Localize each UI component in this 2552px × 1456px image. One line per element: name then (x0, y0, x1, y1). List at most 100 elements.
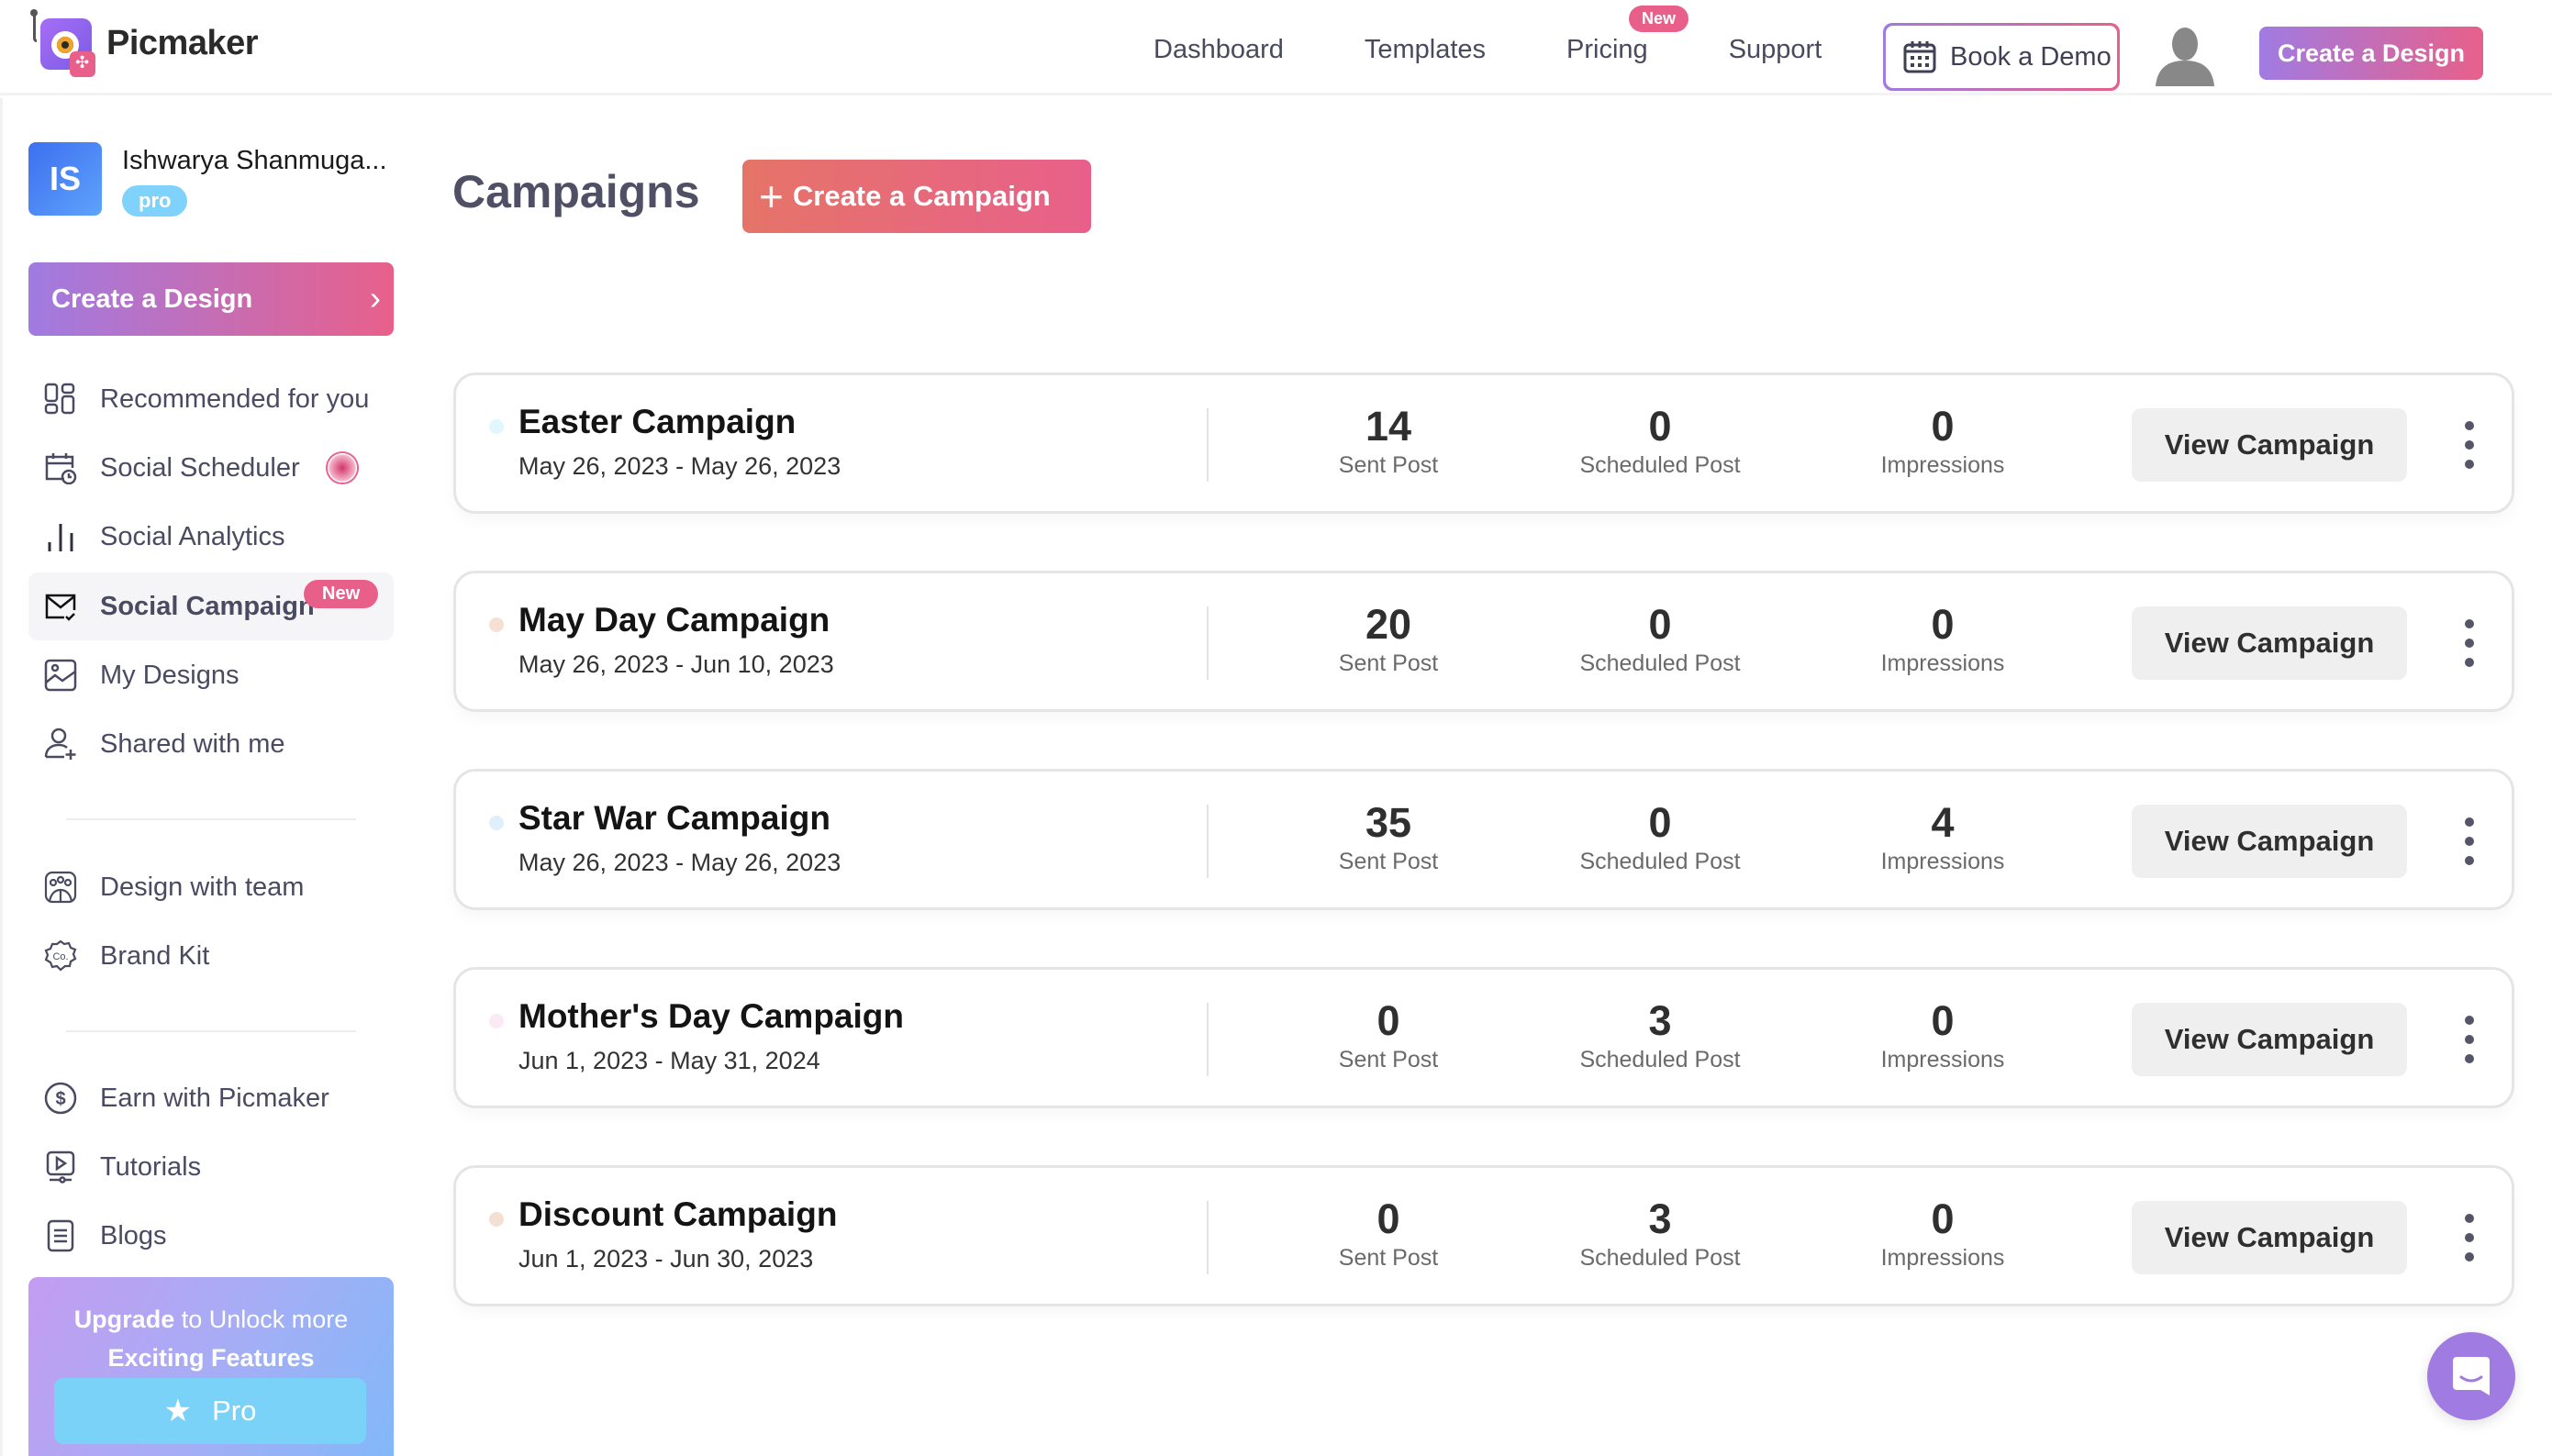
sidebar: IS Ishwarya Shanmuga... pro Create a Des… (0, 98, 404, 1456)
stat-impressions: 0 Impressions (1823, 403, 2062, 479)
more-options-icon[interactable] (2458, 1214, 2480, 1261)
more-options-icon[interactable] (2458, 619, 2480, 667)
book-demo-label: Book a Demo (1950, 41, 2112, 72)
sidebar-item-social-campaign[interactable]: Social Campaign New (28, 572, 394, 640)
create-design-button[interactable]: Create a Design (2259, 27, 2483, 80)
view-campaign-button[interactable]: View Campaign (2132, 408, 2407, 482)
view-campaign-button[interactable]: View Campaign (2132, 805, 2407, 878)
upgrade-line-1: Upgrade to Unlock more (28, 1299, 394, 1339)
sidebar-item-social-analytics[interactable]: Social Analytics (28, 503, 394, 571)
more-options-icon[interactable] (2458, 1016, 2480, 1063)
user-avatar-icon[interactable] (2152, 26, 2218, 86)
chat-icon (2453, 1357, 2490, 1395)
stat-sent-label: Sent Post (1338, 1245, 1439, 1271)
stat-sent-value: 35 (1365, 799, 1412, 846)
stat-impressions: 0 Impressions (1823, 601, 2062, 677)
sidebar-item-blogs[interactable]: Blogs (28, 1202, 394, 1270)
stat-scheduled-label: Scheduled Post (1579, 650, 1741, 676)
nav-templates[interactable]: Templates (1365, 35, 1486, 65)
nav-support[interactable]: Support (1729, 35, 1822, 65)
view-campaign-button[interactable]: View Campaign (2132, 1201, 2407, 1274)
nav-pricing[interactable]: Pricing New (1566, 6, 1689, 65)
stat-impressions-label: Impressions (1880, 452, 2005, 478)
view-campaign-button[interactable]: View Campaign (2132, 1003, 2407, 1076)
stat-impressions: 4 Impressions (1823, 799, 2062, 875)
more-options-icon[interactable] (2458, 817, 2480, 865)
campaign-card[interactable]: Star War Campaign May 26, 2023 - May 26,… (453, 769, 2514, 910)
stat-scheduled-label: Scheduled Post (1579, 1245, 1741, 1271)
upgrade-line-2: Exciting Features (107, 1344, 315, 1372)
sidebar-item-shared-with-me[interactable]: Shared with me (28, 710, 394, 778)
upgrade-text: to Unlock more (174, 1306, 349, 1333)
stat-sent-label: Sent Post (1338, 452, 1439, 478)
stat-scheduled-value: 3 (1648, 997, 1672, 1044)
stat-scheduled: 3 Scheduled Post (1541, 1195, 1779, 1272)
stat-scheduled-value: 0 (1648, 799, 1672, 846)
stat-impressions-label: Impressions (1880, 1047, 2005, 1073)
stat-sent-value: 0 (1376, 1195, 1400, 1242)
logo[interactable]: Picmaker (30, 9, 259, 77)
stat-sent-label: Sent Post (1338, 849, 1439, 874)
stat-impressions-label: Impressions (1880, 849, 2005, 874)
sidebar-item-label: Social Analytics (100, 521, 285, 551)
svg-text:$: $ (55, 1089, 65, 1109)
svg-text:Co.: Co. (52, 951, 68, 962)
campaign-dates: May 26, 2023 - May 26, 2023 (518, 452, 841, 480)
campaign-name: Star War Campaign (518, 799, 830, 837)
user-profile[interactable]: IS Ishwarya Shanmuga... pro (28, 142, 387, 217)
sidebar-item-earn[interactable]: $ Earn with Picmaker (28, 1064, 394, 1132)
campaign-card[interactable]: Discount Campaign Jun 1, 2023 - Jun 30, … (453, 1165, 2514, 1306)
upgrade-pro-button[interactable]: ★ Pro (54, 1378, 366, 1444)
campaign-color-dot (489, 1014, 504, 1028)
create-campaign-button[interactable]: + Create a Campaign (742, 160, 1091, 233)
brand-badge-icon: Co. (43, 939, 78, 973)
card-divider (1207, 1003, 1209, 1076)
stat-sent-value: 14 (1365, 403, 1412, 450)
image-icon (43, 658, 78, 693)
stat-sent: 0 Sent Post (1269, 1195, 1508, 1272)
sidebar-create-design-button[interactable]: Create a Design › (28, 262, 394, 336)
campaign-card[interactable]: Mother's Day Campaign Jun 1, 2023 - May … (453, 967, 2514, 1108)
campaign-color-dot (489, 816, 504, 830)
chat-support-button[interactable] (2427, 1332, 2515, 1420)
sidebar-divider (66, 1030, 356, 1032)
view-campaign-button[interactable]: View Campaign (2132, 606, 2407, 680)
upgrade-bold-text: Upgrade (73, 1306, 175, 1333)
new-badge: New (1629, 6, 1689, 32)
card-divider (1207, 408, 1209, 482)
avatar: IS (28, 142, 102, 216)
campaign-card[interactable]: Easter Campaign May 26, 2023 - May 26, 2… (453, 372, 2514, 514)
stat-scheduled-label: Scheduled Post (1579, 452, 1741, 478)
sidebar-item-design-with-team[interactable]: Design with team (28, 853, 394, 921)
stat-sent: 35 Sent Post (1269, 799, 1508, 875)
sidebar-item-tutorials[interactable]: Tutorials (28, 1133, 394, 1201)
stat-impressions-value: 0 (1931, 1195, 1955, 1242)
team-icon (43, 870, 78, 905)
more-options-icon[interactable] (2458, 421, 2480, 469)
dollar-circle-icon: $ (43, 1081, 78, 1116)
stat-impressions: 0 Impressions (1823, 997, 2062, 1073)
mail-check-icon (43, 589, 78, 624)
stat-scheduled-label: Scheduled Post (1579, 1047, 1741, 1073)
nav-dashboard[interactable]: Dashboard (1153, 35, 1284, 65)
sidebar-item-my-designs[interactable]: My Designs (28, 641, 394, 709)
book-demo-button[interactable]: Book a Demo (1883, 23, 2120, 91)
sidebar-item-label: Social Campaign (100, 591, 315, 621)
chevron-right-icon: › (370, 279, 381, 317)
campaign-dates: May 26, 2023 - Jun 10, 2023 (518, 650, 834, 678)
sidebar-item-recommended[interactable]: Recommended for you (28, 365, 394, 433)
stat-sent-value: 0 (1376, 997, 1400, 1044)
stat-sent-label: Sent Post (1338, 650, 1439, 676)
upgrade-panel: Upgrade to Unlock more Exciting Features… (28, 1277, 394, 1456)
stat-sent-label: Sent Post (1338, 1047, 1439, 1073)
stat-impressions-value: 0 (1931, 997, 1955, 1044)
document-icon (43, 1218, 78, 1253)
sidebar-item-label: Social Scheduler (100, 452, 300, 483)
sidebar-item-brand-kit[interactable]: Co. Brand Kit (28, 922, 394, 990)
top-bar: Picmaker Dashboard Templates Pricing New… (0, 0, 2552, 95)
user-name: Ishwarya Shanmuga... (122, 146, 387, 175)
stat-impressions-label: Impressions (1880, 1245, 2005, 1271)
campaign-card[interactable]: May Day Campaign May 26, 2023 - Jun 10, … (453, 571, 2514, 712)
campaign-color-dot (489, 617, 504, 632)
sidebar-item-social-scheduler[interactable]: Social Scheduler (28, 434, 394, 502)
